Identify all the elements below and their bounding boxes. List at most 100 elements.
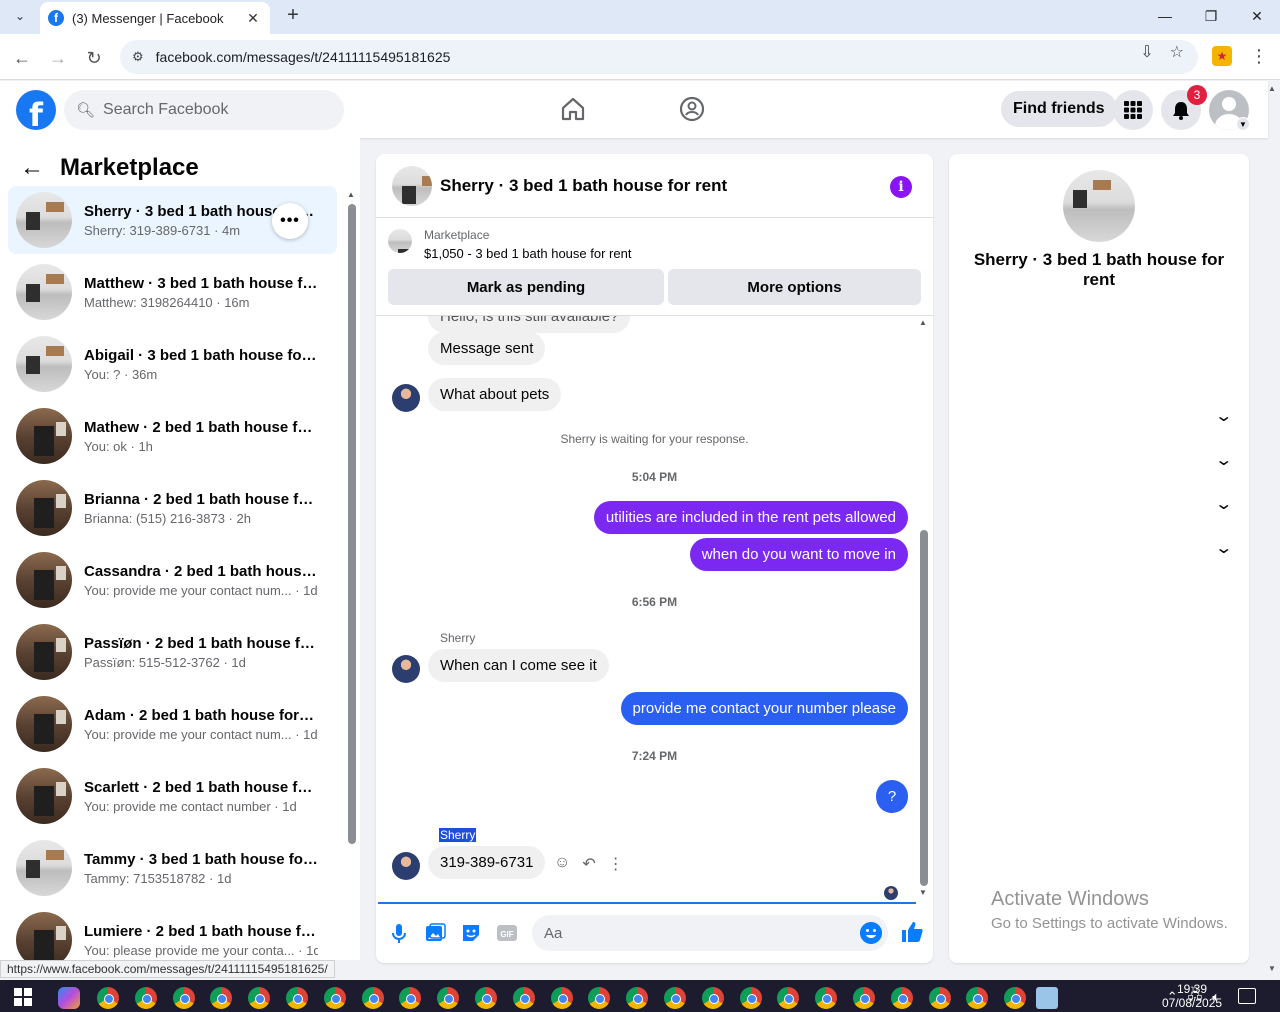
search-input[interactable] — [103, 101, 324, 119]
restore-icon[interactable]: ❐ — [1188, 0, 1234, 32]
chrome-app-icon[interactable] — [777, 987, 800, 1009]
react-emoji-icon[interactable]: ☺ — [554, 854, 570, 874]
message-bubble[interactable]: utilities are included in the rent pets … — [593, 501, 908, 534]
install-app-icon[interactable]: ⇩ — [1140, 42, 1153, 62]
chrome-app-icon[interactable] — [172, 987, 195, 1009]
sender-avatar[interactable] — [392, 384, 420, 412]
more-options-button[interactable]: More options — [668, 269, 921, 305]
back-icon[interactable]: ← — [10, 46, 34, 70]
chrome-app-icon[interactable] — [664, 987, 686, 1009]
minimize-icon[interactable]: — — [1142, 0, 1188, 32]
reload-icon[interactable]: ↻ — [82, 46, 106, 70]
thumbs-up-icon[interactable] — [900, 920, 924, 944]
more-icon[interactable]: ⋮ — [608, 854, 624, 874]
chrome-app-icon[interactable] — [286, 987, 308, 1009]
chrome-app-icon[interactable] — [890, 987, 913, 1009]
message-bubble[interactable]: 319-389-6731 — [428, 846, 546, 879]
scroll-down-icon[interactable]: ▼ — [919, 888, 927, 897]
browser-tab-messenger[interactable]: f (3) Messenger | Facebook ✕ — [40, 2, 270, 34]
chrome-app-icon[interactable] — [928, 987, 951, 1009]
conversation-item[interactable]: Brianna · 2 bed 1 bath house for ... Bria… — [8, 474, 337, 542]
page-scroll-down-icon[interactable]: ▼ — [1268, 964, 1276, 973]
photo-icon[interactable] — [424, 922, 446, 944]
chrome-app-icon[interactable] — [512, 987, 535, 1009]
chrome-app-icon[interactable] — [437, 987, 460, 1009]
inbox-scrollbar[interactable] — [348, 204, 356, 844]
message-bubble[interactable]: provide me contact your number please — [620, 692, 908, 725]
new-tab-icon[interactable]: + — [282, 4, 304, 26]
chrome-app-icon[interactable] — [134, 987, 157, 1009]
listing-thumbnail[interactable] — [392, 165, 432, 206]
chevron-down-icon[interactable]: ⌄ — [1214, 450, 1233, 470]
tab-search-icon[interactable]: ⌄ — [8, 4, 32, 28]
extension-icon[interactable]: ★ — [1212, 46, 1232, 66]
notepad-icon[interactable] — [1036, 987, 1058, 1009]
address-bar[interactable]: ⚙ facebook.com/messages/t/24111115495181… — [120, 40, 1198, 74]
chrome-app-icon[interactable] — [966, 987, 989, 1009]
conversation-item[interactable]: Passïøn · 2 bed 1 bath house for ... Pass… — [8, 618, 337, 686]
copilot-icon[interactable] — [58, 987, 80, 1009]
conversation-item[interactable]: Mathew · 2 bed 1 bath house for... You: o… — [8, 402, 337, 470]
conversation-item[interactable]: Scarlett · 2 bed 1 bath house for ... You… — [8, 762, 337, 830]
chrome-app-icon[interactable] — [815, 987, 838, 1009]
chrome-app-icon[interactable] — [550, 987, 573, 1009]
groups-icon[interactable] — [678, 95, 706, 123]
chrome-app-icon[interactable] — [739, 987, 762, 1009]
chrome-app-icon[interactable] — [475, 987, 497, 1009]
chrome-app-icon[interactable] — [361, 987, 384, 1009]
menu-button[interactable] — [1113, 90, 1153, 130]
message-bubble[interactable]: What about pets — [428, 378, 562, 411]
facebook-logo-icon[interactable]: f — [16, 90, 56, 130]
chrome-app-icon[interactable] — [248, 987, 271, 1009]
conversation-item[interactable]: Lumiere · 2 bed 1 bath house for... You: … — [8, 906, 337, 960]
emoji-icon[interactable] — [860, 922, 882, 944]
message-bubble[interactable]: Hello, is this still available? — [428, 316, 631, 333]
conversation-item[interactable]: Cassandra · 2 bed 1 bath house f... You: … — [8, 546, 337, 614]
scroll-up-icon[interactable]: ▲ — [347, 190, 355, 199]
chrome-app-icon[interactable] — [588, 987, 611, 1009]
chat-title[interactable]: Sherry · 3 bed 1 bath house for rent — [440, 176, 727, 196]
chrome-app-icon[interactable] — [701, 987, 724, 1009]
home-icon[interactable] — [559, 95, 587, 123]
close-window-icon[interactable]: ✕ — [1234, 0, 1280, 32]
chrome-app-icon[interactable] — [853, 987, 875, 1009]
site-info-icon[interactable]: ⚙ — [132, 49, 144, 65]
chrome-app-icon[interactable] — [1004, 987, 1027, 1009]
sticker-icon[interactable] — [460, 922, 482, 944]
back-arrow-icon[interactable]: ← — [20, 154, 44, 182]
chrome-app-icon[interactable] — [210, 987, 233, 1009]
conversation-item[interactable]: Abigail · 3 bed 1 bath house for ... You:… — [8, 330, 337, 398]
facebook-search[interactable]: 🔍︎ — [64, 90, 344, 130]
chevron-down-icon[interactable]: ⌄ — [1214, 406, 1233, 426]
reply-icon[interactable]: ↶ — [582, 854, 595, 874]
listing-price-title[interactable]: $1,050 - 3 bed 1 bath house for rent — [424, 246, 631, 261]
chevron-down-icon[interactable]: ⌄ — [1214, 538, 1233, 558]
browser-menu-icon[interactable]: ⋮ — [1250, 46, 1268, 67]
chrome-app-icon[interactable] — [399, 987, 422, 1009]
taskbar-clock[interactable]: 19:39 07/08/2025 — [1162, 982, 1222, 1010]
listing-thumbnail-small[interactable] — [388, 229, 412, 253]
sender-avatar[interactable] — [392, 655, 420, 683]
forward-icon[interactable]: → — [46, 46, 70, 70]
microphone-icon[interactable] — [388, 922, 410, 944]
info-icon[interactable]: i — [890, 176, 912, 198]
chrome-app-icon[interactable] — [97, 987, 119, 1009]
conversation-item[interactable]: Adam · 2 bed 1 bath house for r... You: p… — [8, 690, 337, 758]
gif-icon[interactable]: GIF — [496, 922, 518, 944]
notification-center-icon[interactable] — [1238, 988, 1256, 1004]
chrome-app-icon[interactable] — [626, 987, 649, 1009]
conversation-item[interactable]: Matthew · 3 bed 1 bath house fo... Matthe… — [8, 258, 337, 326]
message-bubble[interactable]: Message sent — [428, 332, 546, 365]
bookmark-star-icon[interactable]: ☆ — [1170, 42, 1184, 62]
chat-scrollbar[interactable] — [920, 530, 928, 886]
conversation-item[interactable]: Sherry · 3 bed 1 bath house for rent Sher… — [8, 186, 337, 254]
message-input-field[interactable] — [532, 915, 888, 951]
mark-as-pending-button[interactable]: Mark as pending — [388, 269, 664, 305]
more-options-icon[interactable]: ••• — [272, 203, 308, 239]
close-tab-icon[interactable]: ✕ — [244, 10, 262, 27]
message-input[interactable] — [544, 924, 844, 942]
chevron-down-icon[interactable]: ⌄ — [1214, 494, 1233, 514]
scroll-up-icon[interactable]: ▲ — [919, 318, 927, 327]
message-bubble[interactable]: ? — [876, 780, 908, 813]
message-bubble[interactable]: when do you want to move in — [689, 538, 908, 571]
